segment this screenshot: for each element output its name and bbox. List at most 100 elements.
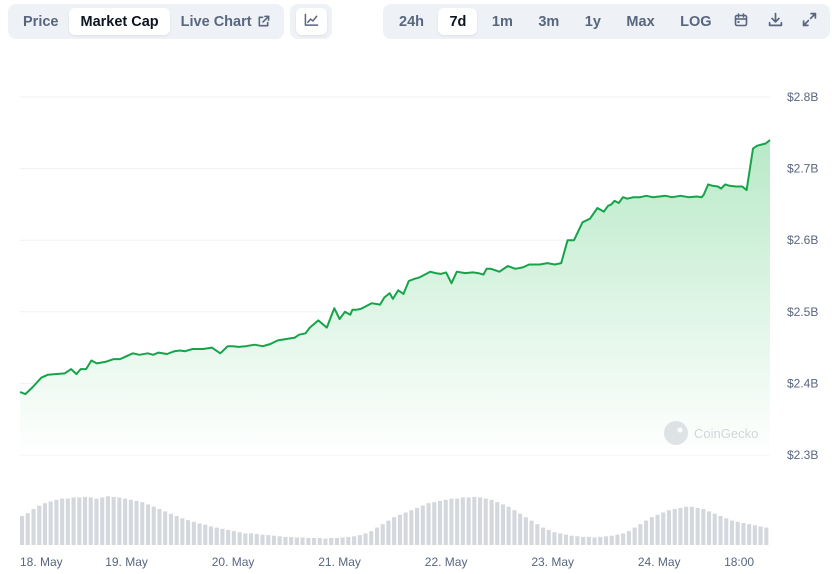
volume-bar <box>203 524 208 545</box>
volume-bar <box>157 509 162 545</box>
volume-bar <box>615 534 620 545</box>
volume-bar <box>632 527 637 545</box>
x-tick-label: 22. May <box>425 555 468 569</box>
volume-bar <box>397 514 402 545</box>
volume-bar <box>277 536 282 545</box>
volume-bar <box>764 527 769 545</box>
volume-bar <box>128 499 133 545</box>
volume-bar <box>684 506 689 545</box>
volume-bar <box>712 513 717 545</box>
volume-bar <box>661 512 666 545</box>
volume-bar <box>420 505 425 545</box>
volume-bar <box>460 497 465 545</box>
volume-bar <box>449 498 454 545</box>
x-tick-label: 19. May <box>105 555 148 569</box>
volume-bar <box>644 520 649 545</box>
volume-bar <box>289 536 294 545</box>
volume-bar <box>25 513 30 545</box>
volume-bar <box>357 535 362 545</box>
volume-bar <box>724 518 729 545</box>
volume-bar <box>569 535 574 545</box>
volume-bar <box>71 497 76 545</box>
x-tick-label: 18:00 <box>724 555 754 569</box>
volume-bar <box>208 526 213 545</box>
market-cap-chart[interactable]: $2.3B $2.4B $2.5B $2.6B $2.7B $2.8B 18. May 19… <box>0 0 832 574</box>
volume-bar <box>478 497 483 545</box>
x-axis: 18. May 19. May 20. May 21. May 22. May 23. M… <box>20 555 754 569</box>
volume-bar <box>260 534 265 545</box>
volume-bar <box>437 500 442 545</box>
volume-bar <box>443 499 448 545</box>
volume-bar <box>220 528 225 545</box>
volume-bar <box>105 496 110 545</box>
volume-bar <box>701 509 706 545</box>
volume-bar <box>415 507 420 545</box>
volume-bar <box>563 534 568 545</box>
coingecko-logo-icon <box>664 421 688 445</box>
volume-bar <box>741 523 746 545</box>
volume-bar <box>37 505 42 545</box>
y-tick-label: $2.5B <box>787 305 818 319</box>
volume-bar <box>197 523 202 545</box>
volume-bar <box>598 536 603 545</box>
volume-bar <box>546 529 551 545</box>
volume-bar <box>77 497 82 545</box>
volume-bar <box>695 507 700 545</box>
volume-bar <box>512 510 517 545</box>
volume-bar <box>140 502 145 545</box>
volume-bar <box>60 498 65 545</box>
series-area <box>20 140 770 455</box>
volume-bar <box>581 536 586 545</box>
volume-bar <box>117 497 122 545</box>
volume-bar <box>558 533 563 545</box>
volume-bar <box>312 538 317 545</box>
volume-bar <box>523 517 528 545</box>
volume-bar <box>111 496 116 545</box>
volume-bar <box>552 532 557 545</box>
volume-bar <box>758 526 763 545</box>
volume-bar <box>409 510 414 545</box>
volume-bar <box>134 500 139 545</box>
volume-bar <box>65 498 70 545</box>
volume-bar <box>266 535 271 545</box>
y-tick-label: $2.8B <box>787 90 818 104</box>
volume-bar <box>180 518 185 545</box>
volume-bar <box>300 537 305 545</box>
volume-bar <box>500 504 505 545</box>
volume-bar <box>369 531 374 545</box>
volume-bar <box>541 527 546 545</box>
volume-bar <box>48 501 53 545</box>
volume-bar <box>752 525 757 545</box>
volume-bar <box>249 533 254 545</box>
volume-bar <box>518 513 523 545</box>
volume-bar <box>151 506 156 545</box>
volume-bar <box>747 524 752 545</box>
volume-bar <box>174 516 179 545</box>
volume-bar <box>649 517 654 545</box>
volume-bar <box>392 517 397 545</box>
x-tick-label: 23. May <box>531 555 574 569</box>
volume-bar <box>375 527 380 545</box>
y-axis: $2.3B $2.4B $2.5B $2.6B $2.7B $2.8B <box>787 90 818 462</box>
volume-bar <box>678 507 683 545</box>
volume-bar <box>718 516 723 545</box>
volume-bar <box>575 536 580 545</box>
volume-bar <box>340 537 345 545</box>
volume-bar <box>254 534 259 545</box>
volume-bar <box>283 536 288 545</box>
volume-bar <box>231 531 236 545</box>
volume-bar <box>586 536 591 545</box>
volume-bar <box>403 512 408 545</box>
volume-bar <box>604 536 609 545</box>
volume-bar <box>294 537 299 545</box>
volume-bar <box>334 538 339 545</box>
volume-bar <box>489 499 494 545</box>
y-tick-label: $2.4B <box>787 376 818 390</box>
volume-bar <box>666 510 671 545</box>
volume-bar <box>54 499 59 545</box>
volume-bar <box>495 502 500 545</box>
y-tick-label: $2.7B <box>787 162 818 176</box>
x-tick-label: 21. May <box>318 555 361 569</box>
volume-bar <box>42 503 47 545</box>
volume-bar <box>271 535 276 545</box>
